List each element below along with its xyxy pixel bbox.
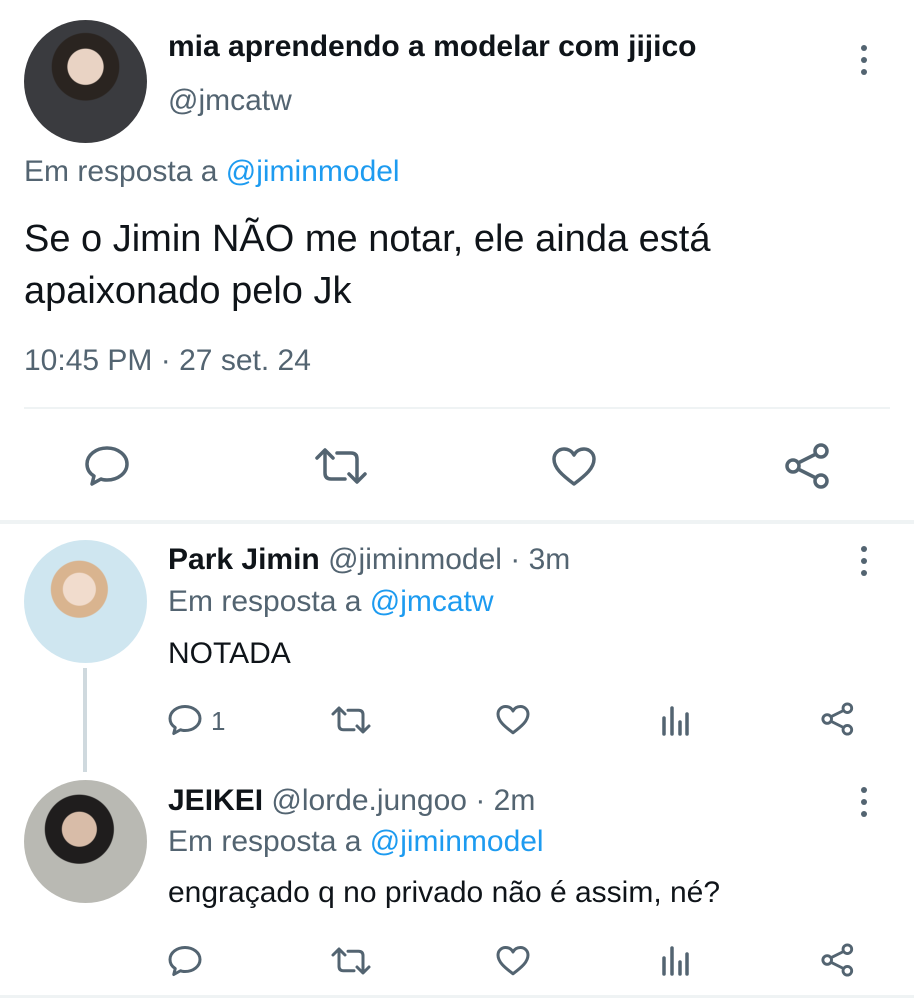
more-options-icon[interactable]: [859, 45, 869, 75]
reply-handle[interactable]: @jiminmodel: [328, 543, 502, 576]
reply-to-link[interactable]: @jmcatw: [370, 585, 494, 618]
retweet-icon[interactable]: [330, 705, 372, 735]
share-icon[interactable]: [820, 701, 856, 737]
reply-time[interactable]: 3m: [529, 543, 571, 576]
reply-icon[interactable]: [167, 703, 203, 737]
reply-header: Park Jimin @jiminmodel · 3m: [168, 543, 570, 577]
avatar-jeikei[interactable]: [24, 780, 147, 903]
reply-time[interactable]: 2m: [494, 784, 536, 817]
reply-to-link[interactable]: @jiminmodel: [370, 825, 544, 858]
reply-display-name[interactable]: JEIKEI: [168, 784, 263, 817]
main-display-name[interactable]: mia aprendendo a modelar com jijico: [168, 30, 696, 64]
tweet-date[interactable]: 27 set. 24: [179, 344, 311, 377]
reply-header: JEIKEI @lorde.jungoo · 2m: [168, 784, 535, 818]
tweet-text: Se o Jimin NÃO me notar, ele ainda está …: [24, 218, 711, 312]
tweet-time[interactable]: 10:45 PM: [24, 344, 152, 377]
reply-icon[interactable]: [167, 944, 203, 978]
header-separator: ·: [510, 543, 521, 576]
divider: [24, 407, 890, 409]
bottom-divider: [0, 995, 914, 998]
reply-to-link[interactable]: @jiminmodel: [226, 155, 400, 188]
more-options-icon[interactable]: [859, 546, 869, 576]
tweet-meta: 10:45 PM · 27 set. 24: [24, 344, 311, 378]
like-icon[interactable]: [550, 446, 598, 488]
reply-context: Em resposta a @jiminmodel: [168, 825, 544, 859]
reply-prefix: Em resposta a: [168, 825, 362, 858]
header-separator: ·: [475, 784, 486, 817]
reply-context: Em resposta a @jmcatw: [168, 585, 494, 619]
like-icon[interactable]: [495, 704, 531, 736]
reply-text: engraçado q no privado não é assim, né?: [168, 876, 721, 909]
reply-context: Em resposta a @jiminmodel: [24, 155, 400, 189]
more-options-icon[interactable]: [859, 787, 869, 817]
section-divider: [0, 520, 914, 524]
reply-prefix: Em resposta a: [24, 155, 218, 188]
reply-text: NOTADA: [168, 637, 291, 670]
meta-separator: ·: [160, 344, 171, 377]
retweet-icon[interactable]: [330, 946, 372, 976]
reply-handle[interactable]: @lorde.jungoo: [271, 784, 467, 817]
main-handle[interactable]: @jmcatw: [168, 84, 292, 118]
like-icon[interactable]: [495, 945, 531, 977]
avatar-mia[interactable]: [24, 20, 147, 143]
views-icon[interactable]: [660, 944, 690, 976]
reply-count: 1: [211, 706, 226, 736]
reply-icon[interactable]: [83, 444, 131, 488]
reply-prefix: Em resposta a: [168, 585, 362, 618]
share-icon[interactable]: [783, 442, 833, 490]
avatar-park-jimin[interactable]: [24, 540, 147, 663]
reply-display-name[interactable]: Park Jimin: [168, 543, 320, 576]
views-icon[interactable]: [660, 704, 690, 736]
retweet-icon[interactable]: [313, 446, 369, 486]
thread-line: [83, 668, 87, 772]
share-icon[interactable]: [820, 942, 856, 978]
